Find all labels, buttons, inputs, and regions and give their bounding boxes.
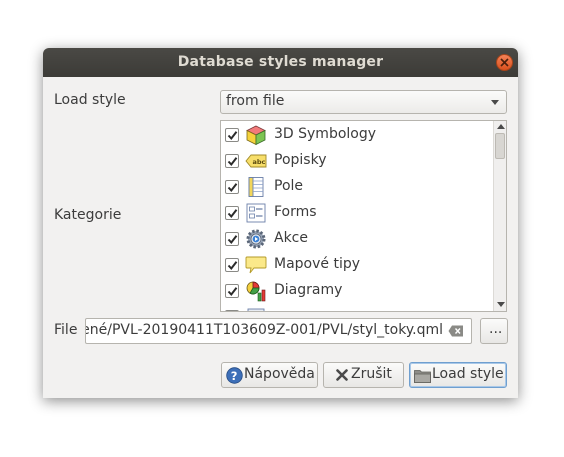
load-style-dropdown[interactable]: from file bbox=[220, 90, 507, 114]
list-item[interactable]: Akce bbox=[221, 226, 491, 252]
list-item[interactable]: abc Popisky bbox=[221, 148, 491, 174]
forms-icon bbox=[246, 203, 266, 223]
labels-abc-icon: abc bbox=[245, 154, 267, 168]
title-bar[interactable]: Database styles manager bbox=[43, 48, 518, 77]
cancel-button[interactable]: Zrušit bbox=[323, 362, 404, 388]
close-icon bbox=[500, 58, 509, 67]
list-item[interactable]: Pole bbox=[221, 174, 491, 200]
svg-text:abc: abc bbox=[253, 158, 266, 166]
file-path-field[interactable]: ené/PVL-20190411T103609Z-001/PVL/styl_to… bbox=[85, 318, 472, 344]
load-style-button-label: Load style bbox=[432, 366, 504, 382]
item-label: Diagramy bbox=[274, 282, 343, 298]
scroll-up-icon[interactable] bbox=[497, 124, 505, 129]
checkmark-icon bbox=[227, 235, 238, 245]
folder-icon bbox=[414, 370, 431, 383]
window-title: Database styles manager bbox=[177, 54, 384, 70]
map-tips-icon bbox=[245, 256, 267, 274]
close-button[interactable] bbox=[496, 54, 513, 71]
kategorie-label: Kategorie bbox=[54, 207, 122, 223]
load-style-selected: from file bbox=[226, 93, 285, 109]
checkbox[interactable] bbox=[225, 310, 239, 311]
scroll-thumb[interactable] bbox=[495, 133, 505, 159]
scroll-down-icon[interactable] bbox=[497, 302, 505, 307]
cancel-x-icon bbox=[336, 369, 348, 381]
list-item[interactable]: 3D Symbology bbox=[221, 122, 491, 148]
checkbox[interactable] bbox=[225, 284, 239, 298]
clear-icon[interactable] bbox=[448, 325, 464, 337]
item-label: Akce bbox=[274, 230, 308, 246]
list-item[interactable] bbox=[221, 304, 491, 311]
3d-cube-icon bbox=[246, 125, 266, 146]
checkmark-icon bbox=[227, 183, 238, 193]
fields-icon bbox=[248, 177, 264, 197]
partial-icon bbox=[247, 308, 265, 311]
list-item[interactable]: Diagramy bbox=[221, 278, 491, 304]
item-label: Popisky bbox=[274, 152, 327, 168]
categories-list[interactable]: 3D Symbology abc Popisky Pole Forms Akce… bbox=[220, 120, 507, 312]
help-button[interactable]: ? Nápověda bbox=[221, 362, 318, 388]
checkmark-icon bbox=[227, 287, 238, 297]
checkbox[interactable] bbox=[225, 232, 239, 246]
checkmark-icon bbox=[227, 261, 238, 271]
checkmark-icon bbox=[227, 131, 238, 141]
load-style-label: Load style bbox=[54, 92, 126, 108]
checkbox[interactable] bbox=[225, 258, 239, 272]
checkbox[interactable] bbox=[225, 128, 239, 142]
checkmark-icon bbox=[227, 209, 238, 219]
item-label: 3D Symbology bbox=[274, 126, 377, 142]
browse-label: ... bbox=[489, 321, 503, 337]
load-style-button[interactable]: Load style bbox=[409, 362, 507, 388]
file-label: File bbox=[54, 322, 78, 338]
help-label: Nápověda bbox=[244, 366, 315, 382]
browse-button[interactable]: ... bbox=[480, 318, 508, 344]
checkmark-icon bbox=[227, 157, 238, 167]
actions-gear-icon bbox=[246, 229, 266, 249]
item-label: Mapové tipy bbox=[274, 256, 361, 272]
checkbox[interactable] bbox=[225, 206, 239, 220]
list-scrollbar[interactable] bbox=[493, 121, 506, 311]
cancel-label: Zrušit bbox=[351, 366, 392, 382]
diagrams-icon bbox=[246, 281, 266, 302]
checkbox[interactable] bbox=[225, 154, 239, 168]
svg-text:?: ? bbox=[231, 369, 238, 383]
list-item[interactable]: Forms bbox=[221, 200, 491, 226]
list-item[interactable]: Mapové tipy bbox=[221, 252, 491, 278]
item-label: Forms bbox=[274, 204, 317, 220]
help-icon: ? bbox=[226, 367, 243, 384]
item-label: Pole bbox=[274, 178, 304, 194]
chevron-down-icon bbox=[491, 100, 499, 105]
checkbox[interactable] bbox=[225, 180, 239, 194]
file-path-value: ené/PVL-20190411T103609Z-001/PVL/styl_to… bbox=[85, 322, 443, 338]
